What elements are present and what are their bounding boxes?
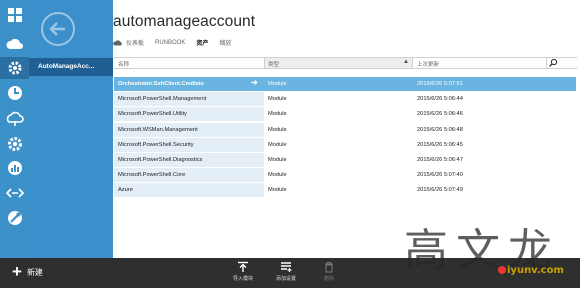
cloud-icon[interactable] [3, 33, 26, 55]
watermark-url-text: iyunv.com [507, 265, 564, 276]
tab-bar: 仪表板 RUNBOOK 资产 缩放 [113, 38, 242, 47]
add-setting-icon [281, 262, 292, 272]
add-setting-button[interactable]: 添加设置 [266, 261, 306, 282]
tab-label: RUNBOOK [155, 39, 186, 46]
cell-name: Microsoft.PowerShell.Security [114, 137, 264, 152]
cell-name: Microsoft.WSMan.Management [114, 122, 264, 137]
resource-panel: AutoManageAcc... [29, 0, 113, 258]
network-icon[interactable] [3, 182, 26, 204]
sort-up-icon[interactable]: ▲ [403, 59, 409, 65]
settings-icon[interactable] [3, 133, 26, 155]
cell-updated: 2015/6/26 5:07:49 [417, 187, 463, 194]
cell-type: Module [268, 187, 287, 194]
cloud-sync-icon[interactable] [3, 108, 26, 130]
table-row[interactable]: Microsoft.PowerShell.Diagnostics Module … [114, 152, 577, 168]
column-header-name[interactable]: 名称 [118, 60, 129, 68]
cell-name: Orchestrator.SshClient.Cmdlets [114, 77, 264, 91]
table-body: Orchestrator.SshClient.Cmdlets ➜ Module … [114, 77, 577, 199]
column-divider [546, 58, 547, 68]
arrow-right-icon[interactable]: ➜ [251, 78, 258, 87]
back-button[interactable] [41, 12, 75, 46]
type-header-bg [264, 58, 412, 68]
cell-updated: 2015/6/26 5:07:40 [417, 172, 463, 179]
plus-icon: + [12, 262, 22, 281]
search-icon[interactable] [548, 58, 558, 68]
import-icon [238, 261, 248, 272]
cell-name: Azure [114, 183, 264, 198]
cell-type: Module [268, 81, 287, 87]
cell-name: Microsoft.PowerShell.Core [114, 168, 264, 183]
new-label: 新建 [26, 267, 43, 277]
cell-type: Module [268, 141, 287, 148]
import-module-button[interactable]: 导入模块 [223, 261, 263, 282]
watermark-logo-icon [498, 266, 506, 274]
cell-updated: 2015/6/26 5:06:47 [417, 156, 463, 163]
cell-updated: 2015/6/26 5:06:45 [417, 141, 463, 148]
delete-icon [325, 261, 333, 273]
table-row[interactable]: Microsoft.PowerShell.Management Module 2… [114, 92, 577, 107]
table-header: 名称 类型 ▲ 上次更新 [114, 57, 577, 69]
column-divider [412, 58, 413, 68]
column-header-type[interactable]: 类型 [268, 60, 279, 68]
cell-type: Module [268, 156, 287, 163]
table-row[interactable]: Microsoft.PowerShell.Utility Module 2015… [114, 107, 577, 122]
cell-updated: 2015/6/26 5:06:44 [417, 96, 463, 103]
cell-type: Module [268, 96, 287, 103]
table-row[interactable]: Microsoft.PowerShell.Security Module 201… [114, 137, 577, 153]
cell-name: Microsoft.PowerShell.Diagnostics [114, 152, 264, 167]
delete-button[interactable]: 删除 [309, 261, 349, 282]
tab-scale[interactable]: 缩放 [219, 38, 231, 47]
new-button[interactable]: + 新建 [12, 262, 43, 281]
cell-updated: 2015/6/26 5:07:51 [417, 81, 463, 87]
automation-gear-icon[interactable] [0, 57, 29, 79]
cell-updated: 2015/6/26 5:06:48 [417, 126, 463, 133]
import-module-label: 导入模块 [232, 276, 253, 282]
cell-type: Module [268, 111, 287, 118]
page-title: automanageaccount [113, 13, 256, 30]
tab-dashboard[interactable]: 仪表板 [113, 38, 144, 47]
cell-type: Module [268, 126, 287, 133]
table-row[interactable]: Orchestrator.SshClient.Cmdlets ➜ Module … [114, 77, 577, 92]
tab-label: 资产 [196, 41, 209, 47]
column-header-updated[interactable]: 上次更新 [417, 60, 439, 68]
grid-icon[interactable] [3, 4, 26, 26]
tab-assets[interactable]: 资产 [196, 38, 208, 47]
delete-label: 删除 [323, 276, 334, 282]
tab-runbook[interactable]: RUNBOOK [155, 40, 185, 46]
panel-item-automanageaccount[interactable]: AutoManageAcc... [29, 58, 113, 76]
tools-icon[interactable] [3, 207, 26, 229]
tab-label: 仪表板 [126, 41, 145, 47]
cell-updated: 2015/6/26 5:06:46 [417, 111, 463, 118]
table-row[interactable]: Azure Module 2015/6/26 5:07:49 [114, 183, 577, 198]
cell-type: Module [268, 172, 287, 179]
cloud-icon [113, 40, 122, 46]
watermark: 高文龙 iyunv.com [404, 214, 580, 288]
tab-label: 缩放 [219, 41, 232, 47]
nav-rail [0, 0, 29, 258]
column-divider [264, 58, 265, 68]
cell-name: Microsoft.PowerShell.Utility [114, 107, 264, 122]
table-row[interactable]: Microsoft.WSMan.Management Module 2015/6… [114, 122, 577, 138]
arrow-left-icon [49, 22, 65, 36]
analytics-icon[interactable] [3, 157, 26, 179]
clock-icon[interactable] [3, 82, 26, 104]
add-setting-label: 添加设置 [275, 276, 296, 282]
watermark-url: iyunv.com [498, 265, 564, 276]
cell-name: Microsoft.PowerShell.Management [114, 92, 264, 107]
table-row[interactable]: Microsoft.PowerShell.Core Module 2015/6/… [114, 168, 577, 183]
